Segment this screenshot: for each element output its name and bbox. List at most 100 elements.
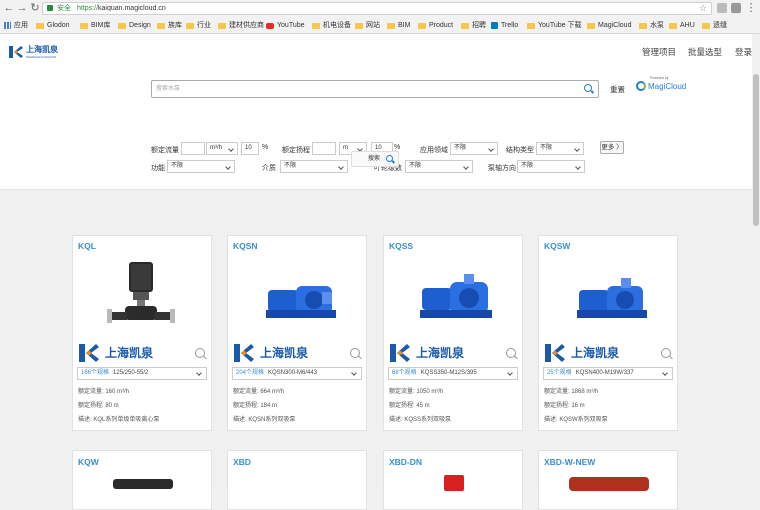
folder-icon <box>418 22 426 29</box>
bookmark-item[interactable]: BIM库 <box>80 18 110 33</box>
product-title[interactable]: KQSW <box>544 241 570 251</box>
nav-manage-projects[interactable]: 管理项目 <box>642 46 676 58</box>
product-title[interactable]: KQSS <box>389 241 413 251</box>
spec-flow: 额定流量: 1050 m³/h <box>389 389 444 395</box>
bookmark-item[interactable]: 招聘 <box>461 18 486 33</box>
bookmark-item[interactable]: 建材供应商 <box>218 18 264 33</box>
bookmark-item[interactable]: 遗缝 <box>702 18 727 33</box>
folder-icon <box>118 22 126 29</box>
spec-desc: 描述: KQL系列单级单吸离心泵 <box>78 417 160 423</box>
spec-desc: 描述: KQSW系列双吸泵 <box>544 417 608 423</box>
bookmark-item[interactable]: MagiCloud <box>587 18 631 33</box>
url-text[interactable]: https://kaiquan.magicloud.cn <box>77 3 166 14</box>
search-button[interactable]: 搜索 <box>351 151 399 167</box>
head-input[interactable] <box>312 142 336 155</box>
reset-button[interactable]: 重置 <box>610 84 625 95</box>
spec-desc: 描述: KQSN系列双吸泵 <box>233 417 296 423</box>
search-input[interactable]: 搜索水泵 <box>151 80 599 98</box>
bookmark-item[interactable]: 水泵 <box>639 18 664 33</box>
svg-text:上海凯泉: 上海凯泉 <box>105 345 154 360</box>
product-title[interactable]: XBD <box>233 457 251 467</box>
zoom-icon[interactable] <box>661 348 671 358</box>
scrollbar[interactable] <box>752 34 760 488</box>
product-card-kqss[interactable]: KQSS 上海凯泉 68个规格 KQSS350-M12S/395 额定流量: 10… <box>383 235 523 431</box>
nav-batch-selection[interactable]: 批量选型 <box>688 46 722 58</box>
model-select[interactable]: 25个规格 KQSN400-M19W/337 <box>543 367 673 380</box>
kaiquan-logo[interactable]: 上海凯泉 SHANGHAI KAIQUAN <box>8 44 58 59</box>
bookmark-item[interactable]: Product <box>418 18 453 33</box>
flow-tolerance-input[interactable]: 10 <box>241 142 259 155</box>
bookmark-item[interactable]: Design <box>118 18 151 33</box>
bookmark-item[interactable]: YouTube 下载 <box>527 18 581 33</box>
site-header: 上海凯泉 SHANGHAI KAIQUAN 管理项目 批量选型 登录 <box>0 34 752 72</box>
model-select[interactable]: 68个规格 KQSS350-M12S/395 <box>388 367 518 380</box>
application-select[interactable]: 不限 <box>450 142 498 155</box>
folder-icon <box>387 22 395 29</box>
product-card-kql[interactable]: KQL 上海凯泉 166个规格 125/250-55/2 额定流量: 160 m³… <box>72 235 212 431</box>
bookmark-item[interactable]: Glodon <box>36 18 70 33</box>
medium-select[interactable]: 不限 <box>280 160 348 173</box>
more-filters-button[interactable]: 更多 〉 <box>600 141 624 154</box>
product-title[interactable]: KQSN <box>233 241 258 251</box>
kaiquan-logo-icon <box>9 45 23 58</box>
secure-label: 安全 <box>57 5 71 12</box>
product-title[interactable]: XBD-DN <box>389 457 422 467</box>
bookmark-star-icon[interactable]: ☆ <box>699 3 707 14</box>
bookmark-item[interactable]: BIM <box>387 18 410 33</box>
back-icon[interactable]: ← <box>3 2 15 14</box>
bookmark-item[interactable]: YouTube <box>266 18 305 33</box>
spec-flow: 额定流量: 664 m³/h <box>233 389 285 395</box>
kaiquan-brand-icon: 上海凯泉 <box>390 344 465 362</box>
folder-icon <box>461 22 469 29</box>
product-title[interactable]: KQW <box>78 457 99 467</box>
bookmark-item[interactable]: AHU <box>669 18 695 33</box>
structure-label: 结构类型 <box>506 147 534 154</box>
bookmark-apps[interactable]: 应用 <box>4 18 28 33</box>
function-label: 功能 <box>151 165 165 172</box>
product-title[interactable]: KQL <box>78 241 96 251</box>
zoom-icon[interactable] <box>506 348 516 358</box>
spec-head: 额定扬程: 16 m <box>544 403 585 409</box>
bookmark-item[interactable]: 网站 <box>355 18 380 33</box>
bookmark-item[interactable]: 机电设备 <box>312 18 351 33</box>
model-select[interactable]: 166个规格 125/250-55/2 <box>77 367 207 380</box>
extension-icon[interactable] <box>717 3 727 13</box>
magicloud-badge[interactable]: Powered by MagiCloud <box>636 76 686 91</box>
forward-icon[interactable]: → <box>16 2 28 14</box>
spec-head: 额定扬程: 80 m <box>78 403 119 409</box>
folder-icon <box>218 22 226 29</box>
product-card-xbd-dn[interactable]: XBD-DN <box>383 450 523 510</box>
structure-select[interactable]: 不限 <box>536 142 584 155</box>
folder-icon <box>355 22 363 29</box>
nav-login[interactable]: 登录 <box>735 46 752 58</box>
bookmark-item[interactable]: 行业 <box>186 18 211 33</box>
product-card-kqsn[interactable]: KQSN 上海凯泉 204个规格 KQSN300-M6/443 额定流量: 664… <box>227 235 367 431</box>
svg-text:上海凯泉: 上海凯泉 <box>571 345 620 360</box>
pump-image-vertical <box>107 262 175 323</box>
head-label: 额定扬程 <box>282 147 310 154</box>
address-bar[interactable]: 安全 https://kaiquan.magicloud.cn ☆ <box>42 2 712 15</box>
zoom-icon[interactable] <box>195 348 205 358</box>
scrollbar-thumb[interactable] <box>753 74 759 226</box>
product-title[interactable]: XBD-W-NEW <box>544 457 595 467</box>
search-icon[interactable] <box>584 84 592 92</box>
product-card-kqsw[interactable]: KQSW 上海凯泉 25个规格 KQSN400-M19W/337 额定流量: 18… <box>538 235 678 431</box>
flow-unit-select[interactable]: m³/h <box>206 142 238 155</box>
impeller-stage-select[interactable]: 不限 <box>405 160 473 173</box>
bookmark-item[interactable]: Trello <box>491 18 518 33</box>
product-card-kqw[interactable]: KQW <box>72 450 212 510</box>
spec-head: 额定扬程: 45 m <box>389 403 430 409</box>
shaft-direction-select[interactable]: 不限 <box>517 160 585 173</box>
product-card-xbd[interactable]: XBD <box>227 450 367 510</box>
spec-desc: 描述: KQSS系列双吸泵 <box>389 417 452 423</box>
product-card-xbd-w-new[interactable]: XBD-W-NEW <box>538 450 678 510</box>
bookmark-item[interactable]: 族库 <box>157 18 182 33</box>
menu-icon[interactable]: ⋮ <box>745 2 757 14</box>
trello-icon <box>491 22 498 29</box>
function-select[interactable]: 不限 <box>167 160 235 173</box>
model-select[interactable]: 204个规格 KQSN300-M6/443 <box>232 367 362 380</box>
zoom-icon[interactable] <box>350 348 360 358</box>
flow-input[interactable] <box>181 142 205 155</box>
extension-icon[interactable] <box>731 3 741 13</box>
reload-icon[interactable]: ↻ <box>29 2 41 14</box>
